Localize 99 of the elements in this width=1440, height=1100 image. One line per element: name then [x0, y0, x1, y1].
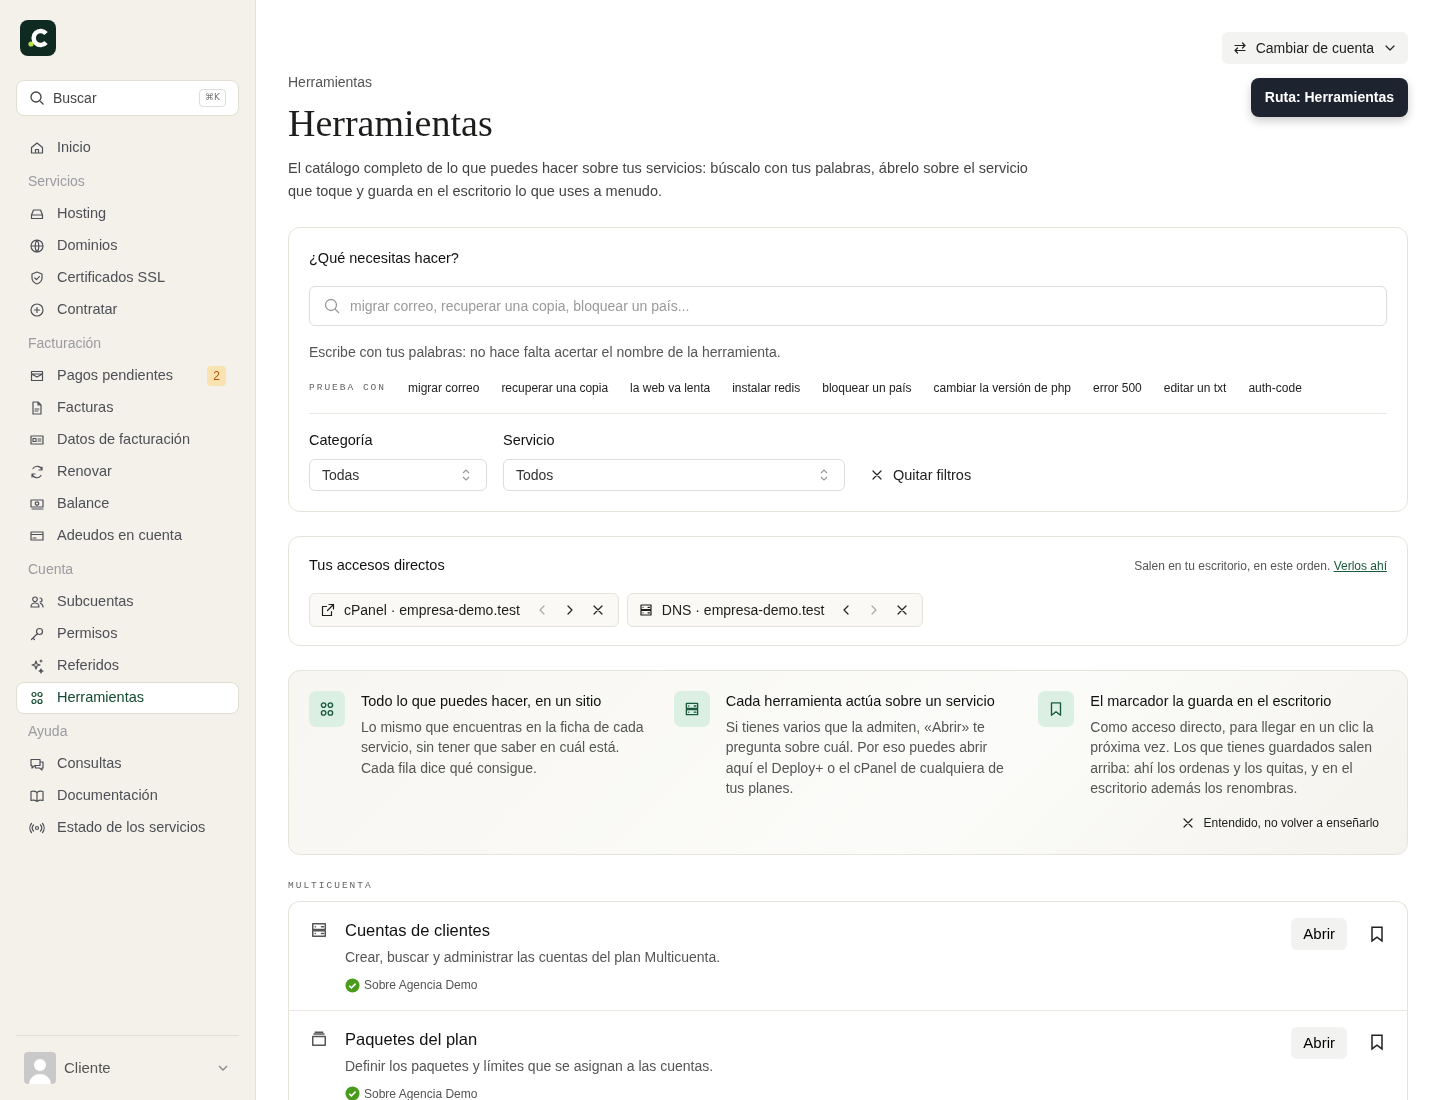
nav-item[interactable]: Pagos pendientes 2	[16, 360, 239, 392]
open-button[interactable]: Abrir	[1291, 918, 1347, 951]
suggestion-link[interactable]: editar un txt	[1163, 378, 1227, 397]
envelope-icon	[29, 368, 45, 384]
banknote-icon	[29, 496, 45, 512]
tool-description: Definir los paquetes y límites que se asignan a las cuentas.	[345, 1056, 715, 1076]
suggestions-label: PRUEBA CON	[309, 380, 386, 395]
server-icon	[637, 602, 654, 619]
search-icon	[29, 90, 45, 106]
book-icon	[29, 788, 45, 804]
nav-section-label: Ayuda	[27, 721, 69, 741]
select-field[interactable]: Todos	[503, 459, 845, 492]
check-icon	[345, 977, 360, 993]
search-field[interactable]: migrar correo, recuperar una copia, bloquear un país...	[309, 285, 1387, 326]
suggestion-link[interactable]: la web va lenta	[630, 378, 711, 397]
group-heading: MULTICUENTA	[288, 879, 374, 894]
suggestion-link[interactable]: error 500	[1093, 378, 1142, 397]
clear-filters-button[interactable]: Quitar filtros	[869, 459, 972, 492]
suggestion-link[interactable]: cambiar la versión de php	[933, 378, 1072, 397]
tip-text: Como acceso directo, para llegar en un clic la próxima vez. Los que tienes guardados salen arriba: ahí los ordenas y los quitas, y en el escritorio además los renombras.	[1090, 717, 1375, 798]
nav-item[interactable]: Datos de facturación	[16, 424, 239, 456]
credit-card-icon	[29, 528, 45, 544]
check-icon	[345, 1086, 360, 1100]
scope-label: Sobre Agencia Demo	[345, 1084, 1276, 1100]
placeholder-text: Buscar	[53, 88, 97, 108]
note-text: Salen en tu escritorio, en este orden. Verlos ahí	[1134, 558, 1387, 576]
shortcut-label[interactable]: cPanel · empresa-demo.test	[344, 599, 520, 621]
refresh-icon	[29, 464, 45, 480]
swap-icon	[1231, 40, 1248, 56]
nav-item[interactable]: Hosting	[16, 198, 239, 230]
nav-item[interactable]: Facturas	[16, 392, 239, 424]
tooltip: Ruta: Herramientas	[1250, 78, 1408, 117]
nav-item[interactable]: Certificados SSL	[16, 262, 239, 294]
nav-section-label: Facturación	[27, 333, 103, 353]
tip-text: Si tienes varios que la admiten, «Abrir» te pregunta sobre cuál. Por eso puedes abrir aquí el Deploy+ o el cPanel de cualquiera de tus planes.	[725, 717, 1005, 798]
section-title: Tus accesos directos	[309, 556, 445, 576]
server-icon	[673, 691, 710, 728]
user-menu[interactable]: Cliente	[16, 1035, 239, 1084]
sparkle-icon	[29, 658, 45, 674]
nav-item[interactable]: Contratar	[16, 294, 239, 326]
nav-item[interactable]: Referidos	[16, 650, 239, 682]
tool-name: Cuentas de clientes	[345, 920, 491, 942]
drive-icon	[29, 206, 45, 222]
filter-label: Servicio	[503, 430, 556, 450]
field-label: ¿Qué necesitas hacer?	[309, 248, 460, 268]
chat-icon	[29, 756, 45, 772]
home-icon	[29, 140, 45, 156]
select-field[interactable]: Todas	[309, 459, 487, 492]
nav-item[interactable]: Estado de los servicios	[16, 812, 239, 844]
shortcut-key: ⌘K	[199, 89, 226, 107]
search-icon	[324, 297, 340, 314]
link[interactable]: Verlos ahí	[1333, 559, 1387, 574]
grid-icon	[29, 690, 45, 706]
globe-icon	[29, 238, 45, 254]
shortcut-label[interactable]: DNS · empresa-demo.test	[661, 599, 825, 621]
nav-item[interactable]: Permisos	[16, 618, 239, 650]
filter-label: Categoría	[309, 430, 374, 450]
suggestion-link[interactable]: auth-code	[1248, 378, 1302, 397]
tip-text: Lo mismo que encuentras en la ficha de cada servicio, sin tener que saber en cuál está. Cada fila dice qué consigue.	[361, 717, 645, 778]
tool-name: Paquetes del plan	[345, 1029, 479, 1051]
count-badge: 2	[207, 366, 226, 386]
suggestion-link[interactable]: bloquear un país	[822, 378, 912, 397]
document-icon	[29, 400, 45, 416]
logo-icon[interactable]	[20, 20, 56, 56]
suggestion-link[interactable]: instalar redis	[732, 378, 801, 397]
nav-item[interactable]: Consultas	[16, 748, 239, 780]
nav-item[interactable]: Balance	[16, 488, 239, 520]
suggestion-link[interactable]: migrar correo	[408, 378, 480, 397]
id-card-icon	[29, 432, 45, 448]
external-link-icon	[320, 602, 336, 619]
switch-account-button[interactable]: Cambiar de cuenta	[1221, 32, 1408, 64]
nav-item[interactable]: Dominios	[16, 230, 239, 262]
nav-item[interactable]: Herramientas	[16, 682, 239, 714]
tip-title: Todo lo que puedes hacer, en un sitio	[361, 692, 603, 712]
key-icon	[29, 626, 45, 642]
grid-icon	[309, 691, 345, 728]
nav-item[interactable]: Documentación	[16, 780, 239, 812]
search-field[interactable]: Buscar ⌘K	[16, 80, 239, 116]
shield-icon	[29, 270, 45, 286]
users-icon	[29, 594, 45, 610]
tool-description: Crear, buscar y administrar las cuentas del plan Multicuenta.	[345, 948, 722, 968]
suggestion-link[interactable]: recuperar una copia	[501, 378, 609, 397]
bookmark-icon	[1038, 691, 1075, 728]
nav-item[interactable]: Inicio	[16, 132, 239, 164]
dismiss-button[interactable]: Entendido, no volver a enseñarlo	[1179, 814, 1379, 833]
nav-item[interactable]: Adeudos en cuenta	[16, 520, 239, 552]
nav-section-label: Cuenta	[27, 559, 75, 579]
avatar-icon	[24, 1052, 56, 1084]
intro-text: El catálogo completo de lo que puedes hacer sobre tus servicios: búscalo con tus palabras, ábrelo sobre el servicio que toque y guarda en el escritorio lo que uses a menudo.	[288, 158, 1028, 201]
hint-text: Escribe con tus palabras: no hace falta acertar el nombre de la herramienta.	[309, 342, 782, 362]
scope-label: Sobre Agencia Demo	[345, 976, 1276, 995]
tip-title: El marcador la guarda en el escritorio	[1090, 692, 1333, 712]
open-button[interactable]: Abrir	[1291, 1027, 1347, 1060]
signal-icon	[29, 820, 45, 836]
nav-section-label: Servicios	[27, 171, 86, 191]
nav-item[interactable]: Renovar	[16, 456, 239, 488]
nav-item[interactable]: Subcuentas	[16, 586, 239, 618]
page-title: Herramientas	[288, 101, 494, 146]
tip-title: Cada herramienta actúa sobre un servicio	[725, 692, 996, 712]
